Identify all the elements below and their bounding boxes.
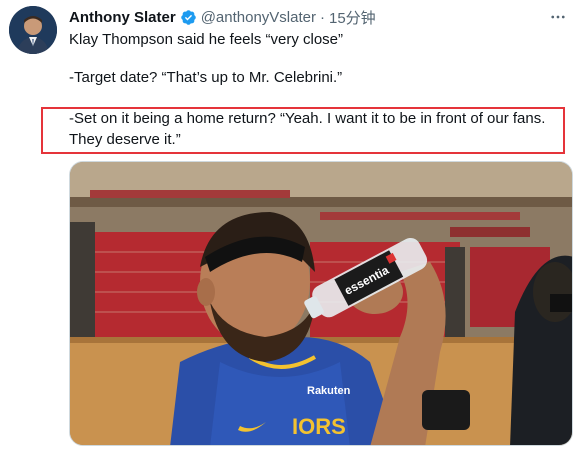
separator-dot: · [319, 8, 325, 26]
ellipsis-icon[interactable] [548, 7, 568, 27]
tweet-card[interactable]: Anthony Slater @anthonyVslater · 15分钟 Kl… [0, 0, 577, 452]
tweet-header: Anthony Slater @anthonyVslater · 15分钟 [69, 7, 376, 27]
avatar-image [9, 6, 57, 54]
photo-image: IORS Rakuten essentia [70, 162, 572, 445]
verified-badge-icon [180, 9, 197, 26]
author-name[interactable]: Anthony Slater [69, 9, 176, 26]
author-handle[interactable]: @anthonyVslater [201, 9, 316, 26]
sponsor-text: Rakuten [307, 385, 351, 397]
author-avatar[interactable] [9, 6, 57, 54]
tweet-text-line: Klay Thompson said he feels “very close” [69, 31, 344, 48]
jersey-text: IORS [292, 414, 346, 439]
tweet-media-photo[interactable]: IORS Rakuten essentia [69, 161, 573, 446]
highlight-box [41, 107, 565, 154]
tweet-timestamp[interactable]: 15分钟 [329, 7, 376, 28]
tweet-text-line: -Target date? “That’s up to Mr. Celebrin… [69, 69, 343, 86]
